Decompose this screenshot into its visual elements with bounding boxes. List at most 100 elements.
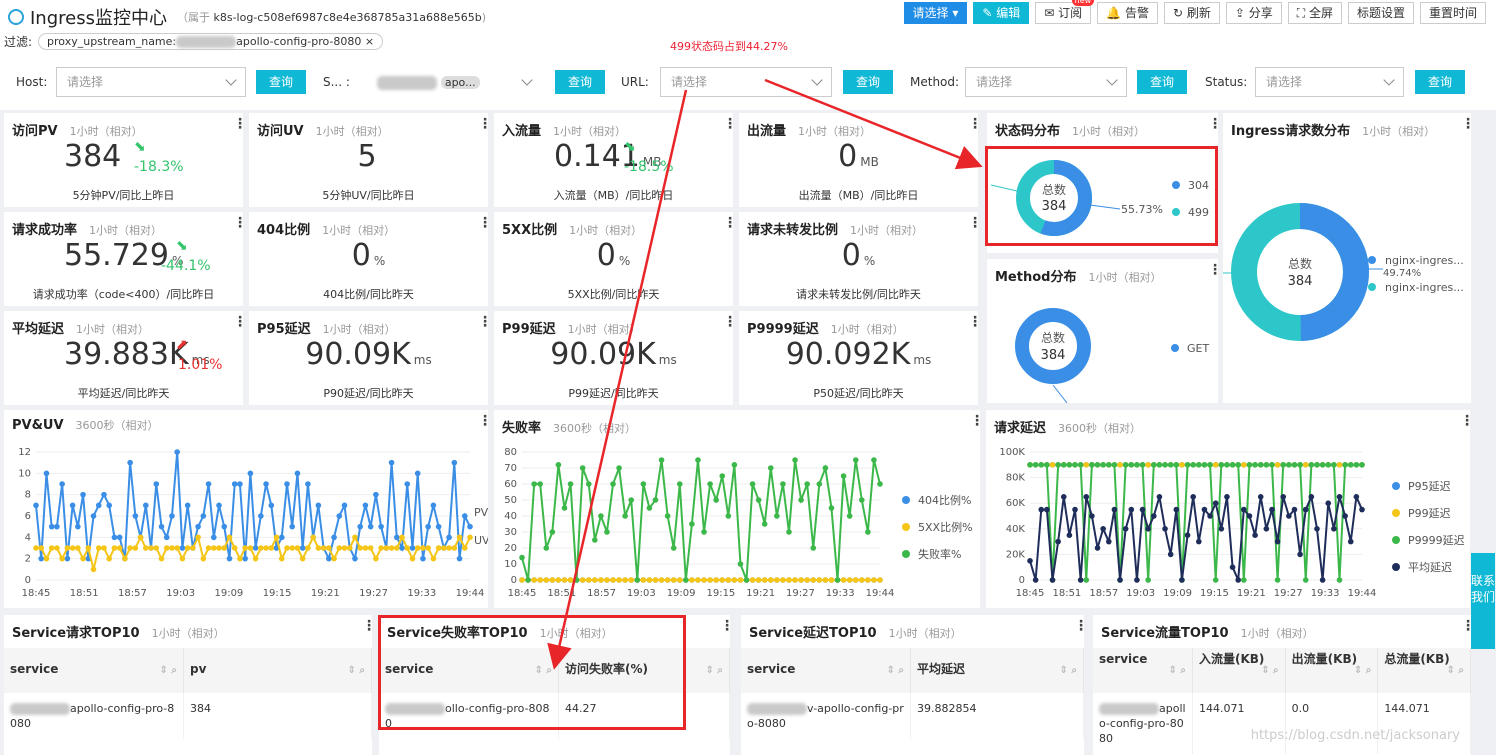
x-tick-label: 19:33 — [826, 588, 855, 599]
x-tick-label: 18:57 — [118, 588, 147, 599]
url-query-button[interactable]: 查询 — [843, 70, 893, 94]
url-select[interactable]: 请选择 — [660, 67, 832, 97]
data-point — [622, 513, 628, 519]
data-point — [69, 502, 76, 509]
metric-value: 90.092K ms — [785, 337, 932, 372]
host-select[interactable]: 请选择 — [56, 67, 246, 97]
more-icon[interactable]: ⋮ — [723, 315, 737, 329]
x-tick-label: 18:45 — [1016, 588, 1045, 599]
data-point — [1032, 577, 1039, 583]
method-query-button[interactable]: 查询 — [1137, 70, 1187, 94]
data-point — [1347, 462, 1354, 468]
column-header[interactable]: pv ⇕ ⌕ — [184, 648, 372, 693]
chip-close-icon[interactable]: × — [365, 35, 374, 48]
sort-filter-icon[interactable]: ⇕ ⌕ — [160, 664, 177, 678]
method-label: Method: — [910, 75, 960, 89]
data-point — [543, 577, 550, 583]
table-row[interactable]: v-apollo-config-pro-8080 39.882854 — [741, 693, 1084, 739]
metric-footnote: 请求成功率（code<400）/同比昨日 — [32, 288, 215, 301]
data-point — [1252, 462, 1258, 468]
highlight-box — [985, 146, 1218, 246]
service-query-button[interactable]: 查询 — [555, 70, 605, 94]
more-icon[interactable]: ⋮ — [233, 315, 247, 329]
metric-footnote: 5分钟PV/同比上昨日 — [72, 189, 175, 202]
data-point — [143, 502, 149, 509]
more-icon[interactable]: ⋮ — [478, 315, 492, 329]
watermark: https://blog.csdn.net/jacksonary — [1250, 728, 1460, 743]
sort-filter-icon[interactable]: ⇕ ⌕ — [1354, 664, 1371, 678]
data-point — [1314, 526, 1320, 532]
data-point — [1257, 462, 1264, 468]
top-bar: Ingress监控中心 （属于 k8s-log-c508ef6987c8e4e3… — [0, 0, 1496, 110]
column-header[interactable]: 出流量(KB) ⇕ ⌕ — [1286, 648, 1379, 693]
more-icon[interactable]: ⋮ — [968, 315, 982, 329]
column-header[interactable]: service ⇕ ⌕ — [4, 648, 184, 693]
more-icon[interactable]: ⋮ — [968, 117, 982, 131]
data-point — [1139, 506, 1146, 513]
filter-chip[interactable]: proxy_upstream_name: apollo-config-pro-80… — [38, 33, 384, 50]
data-point — [409, 545, 416, 551]
table-row[interactable]: apollo-config-pro-8080 144.071 0.0 144.071 — [1093, 693, 1471, 754]
more-icon[interactable]: ⋮ — [233, 216, 247, 230]
sort-filter-icon[interactable]: ⇕ ⌕ — [887, 664, 904, 678]
sort-filter-icon[interactable]: ⇕ ⌕ — [1261, 664, 1278, 678]
share-button[interactable]: ⇪ 分享 — [1225, 2, 1282, 24]
column-header[interactable]: 入流量(KB) ⇕ ⌕ — [1193, 648, 1286, 693]
contact-us-button[interactable]: 联系我们 — [1471, 553, 1495, 649]
sort-filter-icon[interactable]: ⇕ ⌕ — [1060, 664, 1077, 678]
data-point — [326, 555, 332, 562]
data-point — [451, 459, 458, 466]
filter-bar: 过滤: proxy_upstream_name: apollo-config-pr… — [4, 33, 384, 50]
column-header[interactable]: 平均延迟 ⇕ ⌕ — [911, 648, 1084, 693]
more-icon[interactable]: ⋮ — [723, 117, 737, 131]
more-icon[interactable]: ⋮ — [1461, 619, 1475, 633]
more-icon[interactable]: ⋮ — [478, 117, 492, 131]
method-select[interactable]: 请选择 — [965, 67, 1127, 97]
select-button[interactable]: 请选择 ▾ — [903, 2, 968, 24]
sort-filter-icon[interactable]: ⇕ ⌕ — [1169, 664, 1186, 678]
service-select[interactable]: apo... — [366, 67, 542, 97]
data-point — [767, 577, 774, 583]
more-icon[interactable]: ⋮ — [478, 216, 492, 230]
column-header[interactable]: 总流量(KB) ⇕ ⌕ — [1378, 648, 1471, 693]
data-point — [1049, 577, 1056, 583]
subscribe-button[interactable]: ✉ 订阅 new — [1035, 0, 1095, 24]
host-query-button[interactable]: 查询 — [256, 70, 306, 94]
reset-time-button[interactable]: 重置时间 — [1419, 2, 1486, 24]
alert-button[interactable]: 🔔 告警 — [1097, 2, 1158, 24]
more-icon[interactable]: ⋮ — [723, 216, 737, 230]
legend-label: P99延迟 — [1408, 507, 1451, 520]
data-point — [579, 465, 586, 471]
data-point — [658, 577, 665, 583]
fullscreen-button[interactable]: ⛶ 全屏 — [1287, 2, 1342, 24]
status-query-button[interactable]: 查询 — [1415, 70, 1465, 94]
data-point — [1083, 577, 1090, 583]
data-point — [326, 545, 332, 551]
data-point — [210, 534, 217, 541]
more-icon[interactable]: ⋮ — [968, 216, 982, 230]
more-icon[interactable]: ⋮ — [233, 117, 247, 131]
data-point — [1302, 462, 1309, 468]
more-icon[interactable]: ⋮ — [1074, 619, 1088, 633]
sort-filter-icon[interactable]: ⇕ ⌕ — [1447, 664, 1464, 678]
refresh-button[interactable]: ↻ 刷新 — [1163, 2, 1220, 24]
column-header[interactable]: service ⇕ ⌕ — [741, 648, 911, 693]
status-select[interactable]: 请选择 — [1255, 67, 1404, 97]
table-row[interactable]: apollo-config-pro-8080 384 — [4, 693, 372, 739]
column-header[interactable]: service ⇕ ⌕ — [1093, 648, 1193, 693]
metric-card: 访问UV 1小时（相对） ⋮ 5 5分钟UV/同比昨日 — [249, 113, 492, 207]
sort-filter-icon[interactable]: ⇕ ⌕ — [348, 664, 365, 678]
more-icon[interactable]: ⋮ — [720, 619, 734, 633]
more-icon[interactable]: ⋮ — [362, 619, 376, 633]
data-point — [435, 523, 442, 530]
title-settings-button[interactable]: 标题设置 — [1347, 2, 1414, 24]
y-tick-label: 10 — [18, 468, 31, 479]
x-tick-label: 18:45 — [22, 588, 51, 599]
metric-footnote: 404比例/同比昨天 — [323, 288, 414, 301]
legend-get: GET — [1187, 342, 1209, 355]
sort-filter-icon[interactable]: ⇕ ⌕ — [706, 664, 723, 678]
data-point — [190, 545, 196, 551]
edit-button[interactable]: ✎ 编辑 — [973, 2, 1030, 24]
data-point — [1302, 577, 1309, 583]
data-point — [664, 577, 671, 583]
